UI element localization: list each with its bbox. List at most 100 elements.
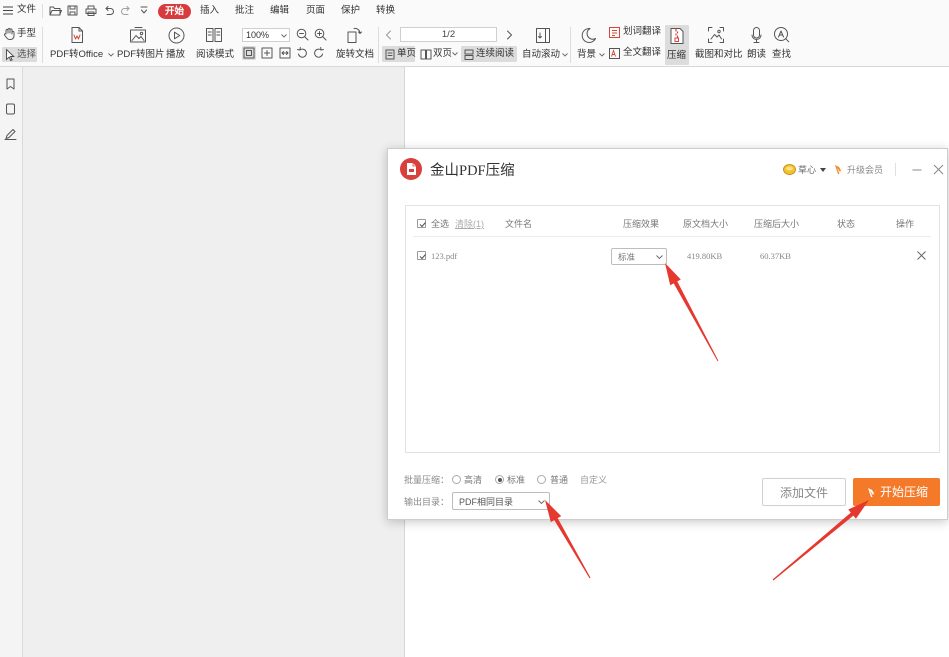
double-page-button[interactable]: 双页 <box>419 46 458 62</box>
tab-insert[interactable]: 插入 <box>200 5 219 17</box>
radio-high-quality-label[interactable]: 高清 <box>464 474 482 486</box>
menu-icon <box>3 6 13 15</box>
tab-edit[interactable]: 编辑 <box>270 5 289 17</box>
fit-page-icon[interactable] <box>261 47 273 59</box>
next-page-icon[interactable] <box>506 30 513 40</box>
compression-effect-select[interactable]: 标准 <box>611 248 667 265</box>
print-icon[interactable] <box>85 5 97 16</box>
dialog-title: 金山PDF压缩 <box>430 163 515 179</box>
zoom-out-icon[interactable] <box>296 28 309 41</box>
add-file-button[interactable]: 添加文件 <box>762 478 846 506</box>
tab-convert[interactable]: 转换 <box>376 5 395 17</box>
continuous-reading-label: 连续阅读 <box>476 48 515 59</box>
minimize-icon[interactable] <box>912 165 922 175</box>
output-directory-label: 输出目录： <box>404 497 450 507</box>
radio-normal-label[interactable]: 普通 <box>550 474 568 486</box>
start-compress-button[interactable]: 开始压缩 <box>853 478 940 506</box>
read-mode-button[interactable]: 阅读模式 <box>195 24 234 64</box>
read-mode-icon <box>206 28 222 42</box>
original-size: 419.80KB <box>687 251 723 261</box>
close-icon[interactable] <box>933 164 944 175</box>
custom-option[interactable]: 自定义 <box>580 474 607 486</box>
save-icon[interactable] <box>67 5 78 16</box>
select-all-checkbox[interactable] <box>417 219 426 228</box>
coin-avatar-icon <box>783 164 796 175</box>
word-translate-button[interactable]: 划词翻译 <box>609 26 661 40</box>
rotate-document-button[interactable]: 旋转文档 <box>334 24 374 64</box>
full-translate-icon <box>609 48 620 59</box>
radio-high-quality[interactable] <box>452 475 461 484</box>
file-menu-label: 文件 <box>17 4 37 15</box>
select-tool-button[interactable]: 选择 <box>2 47 37 62</box>
tab-protect[interactable]: 保护 <box>341 5 360 17</box>
continuous-reading-button[interactable]: 连续阅读 <box>461 46 517 62</box>
single-page-label: 单页 <box>397 48 417 59</box>
cursor-icon <box>6 47 15 61</box>
checkmark-icon <box>419 253 426 259</box>
chevron-down-icon[interactable] <box>281 33 287 38</box>
open-folder-icon[interactable] <box>49 5 62 16</box>
read-aloud-button[interactable]: 朗读 <box>746 24 768 64</box>
pdf-to-image-icon <box>130 27 146 43</box>
fit-width-icon[interactable] <box>279 47 291 59</box>
background-button[interactable]: 背景 <box>576 24 605 64</box>
quick-access-dropdown-icon[interactable] <box>140 6 148 15</box>
page-thumbnail-icon[interactable] <box>5 103 16 115</box>
rotate-right-icon[interactable] <box>313 47 325 59</box>
document-canvas <box>23 67 404 657</box>
tab-start[interactable]: 开始 <box>158 4 192 19</box>
rotate-left-icon[interactable] <box>296 47 308 59</box>
pdf-compress-dialog: 金山PDF压缩 草心 升级会员 全选 清除(1) 文件名 压缩效果 原文档大小 … <box>387 148 948 520</box>
file-name: 123.pdf <box>431 251 458 261</box>
find-button[interactable]: 查找 <box>771 24 793 64</box>
moon-icon <box>581 27 596 43</box>
user-account-menu[interactable]: 草心 <box>783 163 829 177</box>
screenshot-compare-button[interactable]: 截图和对比 <box>694 24 743 64</box>
remove-file-icon[interactable] <box>917 251 926 260</box>
compressed-size: 60.37KB <box>760 251 791 261</box>
output-directory-select[interactable]: PDF相同目录 <box>452 492 550 510</box>
column-header-action: 操作 <box>896 219 915 229</box>
page-number-input[interactable]: 1/2 <box>400 27 497 42</box>
auto-scroll-button[interactable]: 自动滚动 <box>521 24 568 64</box>
tab-page[interactable]: 页面 <box>306 5 325 17</box>
divider <box>895 163 896 176</box>
undo-icon[interactable] <box>103 5 114 16</box>
signature-icon[interactable] <box>4 128 17 140</box>
play-icon <box>168 27 185 44</box>
tab-annotate[interactable]: 批注 <box>235 5 254 17</box>
actual-size-button[interactable] <box>242 46 256 60</box>
redo-icon[interactable] <box>121 5 132 16</box>
clear-link[interactable]: 清除(1) <box>455 218 484 230</box>
column-header-effect: 压缩效果 <box>623 219 660 229</box>
row-checkbox[interactable] <box>417 251 426 260</box>
chevron-down-icon <box>452 52 458 56</box>
select-all-label[interactable]: 全选 <box>431 218 449 230</box>
pdf-to-office-button[interactable]: PDF转Office <box>48 24 114 64</box>
batch-compress-label: 批量压缩： <box>404 475 450 485</box>
file-menu[interactable]: 文件 <box>3 4 36 18</box>
full-translate-button[interactable]: 全文翻译 <box>609 47 661 61</box>
prev-page-icon[interactable] <box>385 30 392 40</box>
zoom-in-icon[interactable] <box>314 28 327 41</box>
radio-standard[interactable] <box>495 475 504 484</box>
compress-button[interactable]: 压缩 <box>665 25 689 65</box>
single-page-button[interactable]: 单页 <box>382 46 417 62</box>
pdf-to-office-icon <box>71 27 83 43</box>
bookmark-icon[interactable] <box>5 78 16 90</box>
double-page-icon <box>420 49 432 59</box>
pdf-to-image-button[interactable]: PDF转图片 <box>116 24 165 64</box>
radio-standard-label[interactable]: 标准 <box>507 474 525 486</box>
chevron-down-icon <box>599 53 605 57</box>
hand-tool-button[interactable]: 手型 <box>2 26 37 42</box>
word-translate-icon <box>609 27 620 38</box>
upgrade-label: 升级会员 <box>847 165 884 175</box>
header-divider <box>413 236 931 237</box>
rotate-document-label: 旋转文档 <box>336 49 375 60</box>
read-aloud-label: 朗读 <box>747 49 767 60</box>
upgrade-vip-button[interactable]: 升级会员 <box>834 163 886 177</box>
play-button[interactable]: 播放 <box>165 24 187 64</box>
compress-icon <box>670 28 684 44</box>
zoom-input[interactable]: 100% <box>242 28 290 42</box>
radio-normal[interactable] <box>537 475 546 484</box>
